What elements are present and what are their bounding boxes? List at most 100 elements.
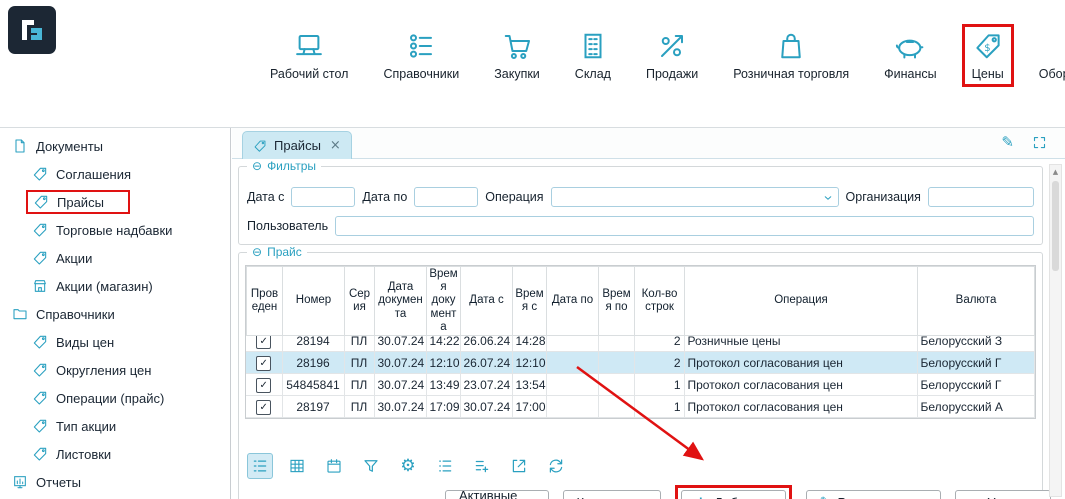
sidebar-item-price-rounding[interactable]: Округления цен — [0, 356, 230, 384]
user-input[interactable] — [335, 216, 1034, 236]
sidebar-item-promotions-store[interactable]: Акции (магазин) — [0, 272, 230, 300]
annotation-box-add-button: + Добавить — [675, 485, 792, 499]
ribbon-item-desktop[interactable]: Рабочий стол — [260, 24, 358, 87]
warehouse-icon — [578, 31, 608, 61]
column-header[interactable]: Дата по — [547, 267, 599, 336]
vertical-scrollbar[interactable]: ▲ — [1049, 164, 1062, 497]
delete-button[interactable]: − Удалить — [955, 490, 1051, 499]
cell-series: ПЛ — [344, 336, 374, 352]
column-header[interactable]: Кол-во строк — [635, 267, 685, 336]
table-row[interactable]: ✓ 28194 ПЛ 30.07.24 14:22 26.06.24 14:28… — [246, 336, 1035, 352]
sidebar-label: Торговые надбавки — [56, 223, 172, 238]
ribbon-item-prices[interactable]: Цены — [962, 24, 1014, 87]
ribbon-label: Рабочий стол — [270, 67, 348, 81]
copy-button[interactable]: Копировать — [563, 490, 661, 499]
sidebar-item-price-types[interactable]: Виды цен — [0, 328, 230, 356]
operation-select[interactable] — [551, 187, 839, 207]
expand-fullscreen-icon[interactable] — [1032, 135, 1047, 150]
funnel-icon — [362, 457, 380, 475]
ribbon-item-purchases[interactable]: Закупки — [484, 24, 550, 87]
column-header[interactable]: Валюта — [918, 267, 1035, 336]
sidebar-item-pricelists[interactable]: Прайсы — [0, 188, 230, 216]
app-logo[interactable] — [8, 6, 56, 54]
list-add-button[interactable] — [469, 453, 495, 479]
sidebar-item-references[interactable]: Справочники — [0, 300, 230, 328]
column-header[interactable]: Время по — [599, 267, 635, 336]
cell-time-to — [598, 396, 634, 418]
shopping-bag-icon — [776, 31, 806, 61]
edit-button[interactable]: ✎ Редактировать — [806, 490, 942, 499]
checkbox-checked[interactable]: ✓ — [256, 336, 271, 349]
refresh-button[interactable] — [543, 453, 569, 479]
ribbon-item-sales[interactable]: Продажи — [636, 24, 708, 87]
main-panel: Прайсы × ✎ ⊖ Фильтры Дата с Дата по Опер… — [232, 128, 1065, 499]
scrollbar-thumb[interactable] — [1052, 181, 1059, 271]
sidebar-item-promotion-type[interactable]: Тип акции — [0, 412, 230, 440]
sidebar: Документы Соглашения Прайсы Торговые над… — [0, 128, 231, 499]
list-view-icon — [251, 457, 269, 475]
column-header[interactable]: Дата документа — [375, 267, 427, 336]
active-filter-button[interactable]: Активные (F10) ▼ — [445, 490, 549, 499]
add-button[interactable]: + Добавить — [681, 490, 786, 499]
tab-close-icon[interactable]: × — [330, 138, 341, 153]
add-label: Добавить — [714, 495, 771, 499]
cell-time-to — [598, 352, 634, 374]
sidebar-item-trade-markups[interactable]: Торговые надбавки — [0, 216, 230, 244]
logo-icon — [18, 16, 46, 44]
sidebar-item-price-operations[interactable]: Операции (прайс) — [0, 384, 230, 412]
collapse-icon[interactable]: ⊖ — [252, 245, 262, 259]
table-view-button[interactable] — [284, 453, 310, 479]
column-header[interactable]: Операция — [685, 267, 918, 336]
tab-actions: ✎ — [1001, 133, 1047, 151]
sidebar-item-agreements[interactable]: Соглашения — [0, 160, 230, 188]
ribbon-item-warehouse[interactable]: Склад — [565, 24, 621, 87]
ribbon-item-finance[interactable]: Финансы — [874, 24, 946, 87]
column-header[interactable]: Серия — [345, 267, 375, 336]
table-row[interactable]: ✓ 54845841 ПЛ 30.07.24 13:49 23.07.24 13… — [246, 374, 1035, 396]
checkbox-checked[interactable]: ✓ — [256, 400, 271, 415]
cell-time-from: 13:54 — [512, 374, 546, 396]
tab-pricelists[interactable]: Прайсы × — [242, 131, 352, 159]
edit-pencil-icon[interactable]: ✎ — [1001, 133, 1014, 151]
table-body-viewport: ✓ 28194 ПЛ 30.07.24 14:22 26.06.24 14:28… — [246, 336, 1035, 418]
column-header[interactable]: Дата с — [461, 267, 513, 336]
calendar-view-button[interactable] — [321, 453, 347, 479]
date-from-input[interactable] — [291, 187, 355, 207]
date-to-input[interactable] — [414, 187, 478, 207]
ribbon-item-equipment[interactable]: Оборудование — [1029, 24, 1065, 87]
column-header[interactable]: Время с — [513, 267, 547, 336]
scroll-up-icon[interactable]: ▲ — [1050, 165, 1061, 178]
column-header[interactable]: Время документа — [427, 267, 461, 336]
checkbox-checked[interactable]: ✓ — [256, 356, 271, 371]
collapse-icon[interactable]: ⊖ — [252, 159, 262, 173]
cell-currency: Белорусский Г — [917, 374, 1035, 396]
cell-date-to — [546, 396, 598, 418]
tag-icon — [33, 194, 49, 210]
operation-label: Операция — [485, 190, 543, 204]
filter-button[interactable] — [358, 453, 384, 479]
tab-bar: Прайсы × ✎ — [232, 128, 1065, 159]
sorted-list-button[interactable] — [432, 453, 458, 479]
organization-label: Организация — [846, 190, 921, 204]
table-row[interactable]: ✓ 28197 ПЛ 30.07.24 17:09 30.07.24 17:00… — [246, 396, 1035, 418]
tag-icon — [32, 250, 48, 266]
plus-icon: + — [695, 495, 708, 499]
sidebar-item-leaflets[interactable]: Листовки — [0, 440, 230, 468]
organization-input[interactable] — [928, 187, 1034, 207]
tag-icon — [32, 362, 48, 378]
ribbon-item-references[interactable]: Справочники — [373, 24, 469, 87]
references-list-icon — [406, 31, 436, 61]
column-header[interactable]: Номер — [283, 267, 345, 336]
sidebar-item-documents[interactable]: Документы — [0, 132, 230, 160]
ribbon-label: Продажи — [646, 67, 698, 81]
settings-button[interactable]: ⚙ — [395, 453, 421, 479]
cell-number: 28197 — [282, 396, 344, 418]
table-row-selected[interactable]: ✓ 28196 ПЛ 30.07.24 12:10 26.07.24 12:10… — [246, 352, 1035, 374]
sidebar-item-promotions[interactable]: Акции — [0, 244, 230, 272]
column-header[interactable]: Проведен — [247, 267, 283, 336]
export-button[interactable] — [506, 453, 532, 479]
ribbon-item-retail[interactable]: Розничная торговля — [723, 24, 859, 87]
sidebar-item-reports[interactable]: Отчеты — [0, 468, 230, 496]
checkbox-checked[interactable]: ✓ — [256, 378, 271, 393]
list-view-button[interactable] — [247, 453, 273, 479]
